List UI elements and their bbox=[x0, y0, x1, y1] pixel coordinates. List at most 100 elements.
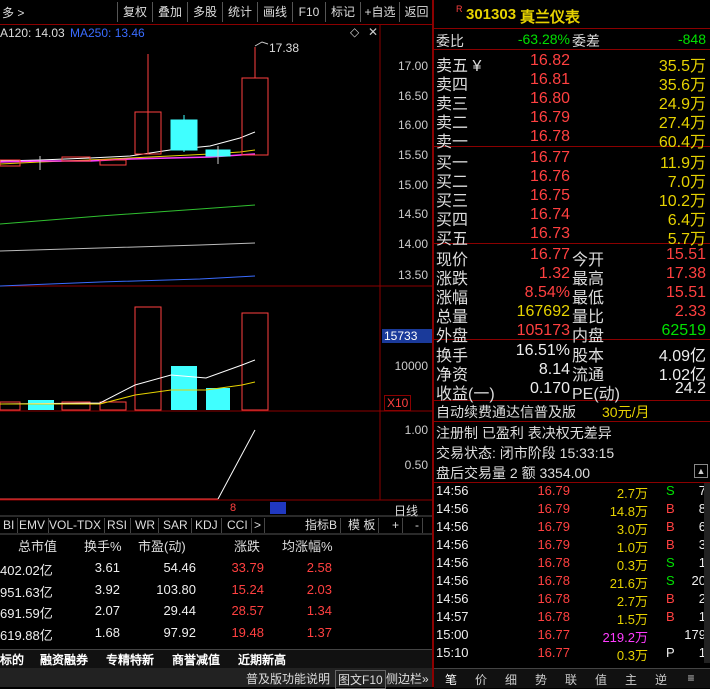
sidebar-button[interactable]: 侧边栏» bbox=[386, 670, 429, 687]
info-line-trade-status: 交易状态: 闭市阶段 15:33:15 bbox=[436, 445, 615, 461]
bid-price: 16.74 bbox=[529, 206, 570, 223]
nav-zhu[interactable]: 主 bbox=[618, 671, 644, 688]
indicator-tab-cci[interactable]: CCI bbox=[224, 518, 252, 533]
tick-count: 7 bbox=[698, 483, 706, 498]
toolbar-left-label[interactable]: 多 > bbox=[2, 4, 24, 21]
header-pe[interactable]: 市盈(动) bbox=[138, 536, 186, 555]
nav-xi[interactable]: 细 bbox=[498, 671, 524, 688]
table-row[interactable]: 691.59亿 2.07 29.44 28.57 1.34 bbox=[0, 603, 432, 621]
tab-zhuanjing[interactable]: 专精特新 bbox=[106, 651, 154, 668]
list-item[interactable]: 买一 16.77 11.9万 bbox=[434, 149, 710, 172]
toolbar-button-biaoji[interactable]: 标记 bbox=[325, 2, 360, 22]
nav-zhi[interactable]: 值 bbox=[588, 671, 614, 688]
zoom-in-button[interactable]: + bbox=[389, 518, 404, 533]
bid-price: 16.76 bbox=[529, 168, 570, 185]
toolbar-button-f10[interactable]: F10 bbox=[292, 2, 325, 22]
cell-turnover: 2.07 bbox=[94, 603, 120, 618]
price-axis-label: 14.50 bbox=[397, 207, 428, 221]
toolbar-button-huaxian[interactable]: 画线 bbox=[257, 2, 292, 22]
tick-volume: 0.3万 bbox=[616, 648, 648, 663]
header-market-cap[interactable]: 总市值 bbox=[18, 536, 57, 555]
volume-unit-label: X10 bbox=[384, 395, 412, 411]
tick-count: 179 bbox=[684, 627, 706, 642]
tick-scrollbar[interactable] bbox=[704, 483, 710, 663]
list-item[interactable]: 卖四 16.81 35.6万 bbox=[434, 71, 710, 94]
list-item[interactable]: 卖五 ¥ 16.82 35.5万 bbox=[434, 52, 710, 75]
expand-icon[interactable]: ▲ bbox=[694, 464, 708, 478]
list-item[interactable]: 卖三 16.80 24.9万 bbox=[434, 90, 710, 113]
table-row[interactable]: 951.63亿 3.92 103.80 15.24 2.03 bbox=[0, 582, 432, 600]
list-item[interactable]: 买二 16.76 7.0万 bbox=[434, 168, 710, 191]
cell-avg-change: 1.34 bbox=[306, 603, 332, 618]
indicator-line bbox=[217, 429, 256, 500]
tab-shangyu[interactable]: 商誉减值 bbox=[172, 651, 220, 668]
quote-row: 涨跌 1.32 最高 17.38 bbox=[434, 265, 710, 288]
template-button[interactable]: 模 板 bbox=[345, 518, 380, 533]
tick-volume: 21.6万 bbox=[609, 576, 648, 591]
list-item[interactable]: 卖二 16.79 27.4万 bbox=[434, 109, 710, 132]
toolbar-button-fuquan[interactable]: 复权 bbox=[117, 2, 152, 22]
nav-jia[interactable]: 价 bbox=[468, 671, 494, 688]
toolbar-button-diejia[interactable]: 叠加 bbox=[152, 2, 187, 22]
cell-pe: 103.80 bbox=[156, 582, 196, 597]
tick-list[interactable]: 14:56 16.79 2.7万 S 7 14:56 16.79 14.8万 B… bbox=[434, 483, 710, 667]
cell-change: 19.48 bbox=[231, 625, 264, 640]
header-change[interactable]: 涨跌 bbox=[234, 536, 260, 555]
nav-bi[interactable]: 笔 bbox=[438, 671, 464, 688]
list-item[interactable]: 卖一 16.78 60.4万 bbox=[434, 128, 710, 151]
quote-change-pct: 8.54% bbox=[524, 284, 570, 301]
nav-shi[interactable]: 势 bbox=[528, 671, 554, 688]
tick-time: 14:56 bbox=[436, 537, 469, 552]
ma-line-blue bbox=[0, 275, 256, 287]
price-axis-label: 15.50 bbox=[397, 148, 428, 162]
header-turnover[interactable]: 换手% bbox=[84, 536, 122, 555]
list-item[interactable]: 买四 16.74 6.4万 bbox=[434, 206, 710, 229]
tick-volume: 0.3万 bbox=[616, 558, 648, 573]
indicator-tab-sar[interactable]: SAR bbox=[160, 518, 192, 533]
toolbar-button-tongji[interactable]: 统计 bbox=[222, 2, 257, 22]
toolbar-button-zixuan[interactable]: +自选 bbox=[360, 2, 399, 22]
quote-low: 15.51 bbox=[665, 284, 706, 301]
nav-menu-icon[interactable]: ≡ bbox=[678, 671, 704, 685]
volume-bar bbox=[171, 366, 197, 410]
indicator-tab-rsi[interactable]: RSI bbox=[104, 518, 132, 533]
quote-panel: R 301303 真兰仪表 委比 -63.28% 委差 -848 卖五 ¥ 16… bbox=[434, 0, 710, 688]
help-link[interactable]: 普及版功能说明 bbox=[246, 670, 330, 687]
info-line-after-hours: 盘后交易量 2 额 3354.00 bbox=[436, 465, 591, 481]
price-axis-label: 17.00 bbox=[397, 59, 428, 73]
indicator-tab-more[interactable]: > bbox=[251, 518, 266, 533]
header-avg-change[interactable]: 均涨幅% bbox=[282, 536, 333, 555]
list-item[interactable]: 买三 16.75 10.2万 bbox=[434, 187, 710, 210]
ask-price: 16.78 bbox=[529, 128, 570, 145]
chart-area: 多 > 复权 叠加 多股 统计 画线 F10 标记 +自选 返回 A120: 1… bbox=[0, 0, 432, 689]
tab-biaodi[interactable]: 标的 bbox=[0, 651, 24, 668]
indicator-tab-wr[interactable]: WR bbox=[132, 518, 159, 533]
price-axis-label: 16.00 bbox=[397, 118, 428, 132]
tab-xingao[interactable]: 近期新高 bbox=[238, 651, 286, 668]
f10-button[interactable]: 图文F10 bbox=[335, 670, 386, 689]
price-axis-label: 16.50 bbox=[397, 89, 428, 103]
nav-ni[interactable]: 逆 bbox=[648, 671, 674, 688]
cell-pe: 54.46 bbox=[163, 560, 196, 575]
toolbar-button-duogu[interactable]: 多股 bbox=[187, 2, 222, 22]
list-item: 14:56 16.79 14.8万 B 8 bbox=[434, 501, 710, 519]
period-label[interactable]: 日线 bbox=[394, 502, 418, 519]
cell-change: 33.79 bbox=[231, 560, 264, 575]
nav-lian[interactable]: 联 bbox=[558, 671, 584, 688]
tab-rongzi[interactable]: 融资融券 bbox=[40, 651, 88, 668]
indicator-tab-vol-tdx[interactable]: VOL-TDX bbox=[46, 518, 106, 533]
toolbar-button-fanhui[interactable]: 返回 bbox=[399, 2, 433, 22]
indicator-b-button[interactable]: 指标B bbox=[302, 518, 342, 533]
cell-avg-change: 1.37 bbox=[306, 625, 332, 640]
list-item[interactable]: 买五 16.73 5.7万 bbox=[434, 225, 710, 248]
table-row[interactable]: 619.88亿 1.68 97.92 19.48 1.37 bbox=[0, 625, 432, 643]
info-block: 注册制 已盈利 表决权无差异 交易状态: 闭市阶段 15:33:15 盘后交易量… bbox=[434, 422, 710, 483]
weicha-label: 委差 bbox=[572, 33, 600, 49]
zoom-out-button[interactable]: - bbox=[412, 518, 423, 533]
list-item: 14:56 16.78 0.3万 S 1 bbox=[434, 555, 710, 573]
table-row[interactable]: 402.02亿 3.61 54.46 33.79 2.58 bbox=[0, 560, 432, 578]
top-toolbar: 多 > 复权 叠加 多股 统计 画线 F10 标记 +自选 返回 bbox=[0, 0, 432, 25]
promo-banner[interactable]: 自动续费通达信普及版 30元/月 bbox=[434, 401, 710, 422]
indicator-tab-kdj[interactable]: KDJ bbox=[192, 518, 222, 533]
indicator-tab-emv[interactable]: EMV bbox=[16, 518, 50, 533]
